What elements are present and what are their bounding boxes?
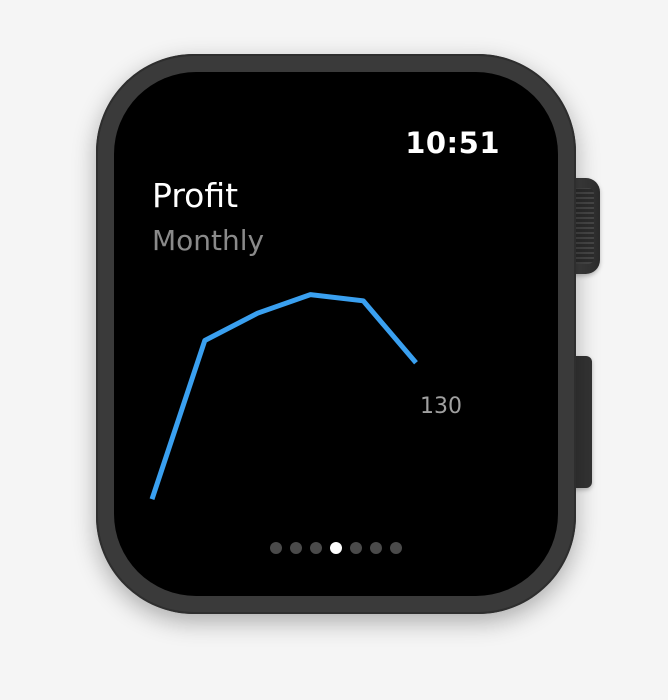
page-dot-active[interactable] (330, 542, 342, 554)
watch-screen: 10:51 Profit Monthly 130 (114, 72, 558, 596)
page-dot[interactable] (350, 542, 362, 554)
last-value-label: 130 (420, 394, 462, 419)
page-dot[interactable] (310, 542, 322, 554)
page-dot[interactable] (270, 542, 282, 554)
page-dot[interactable] (290, 542, 302, 554)
page-dot[interactable] (370, 542, 382, 554)
page-dot[interactable] (390, 542, 402, 554)
page-indicator (114, 542, 558, 554)
watch-case: 10:51 Profit Monthly 130 (96, 54, 576, 614)
watch-page: 10:51 Profit Monthly 130 (0, 0, 668, 700)
profit-series-line (149, 292, 418, 500)
profit-line-chart (149, 292, 418, 500)
